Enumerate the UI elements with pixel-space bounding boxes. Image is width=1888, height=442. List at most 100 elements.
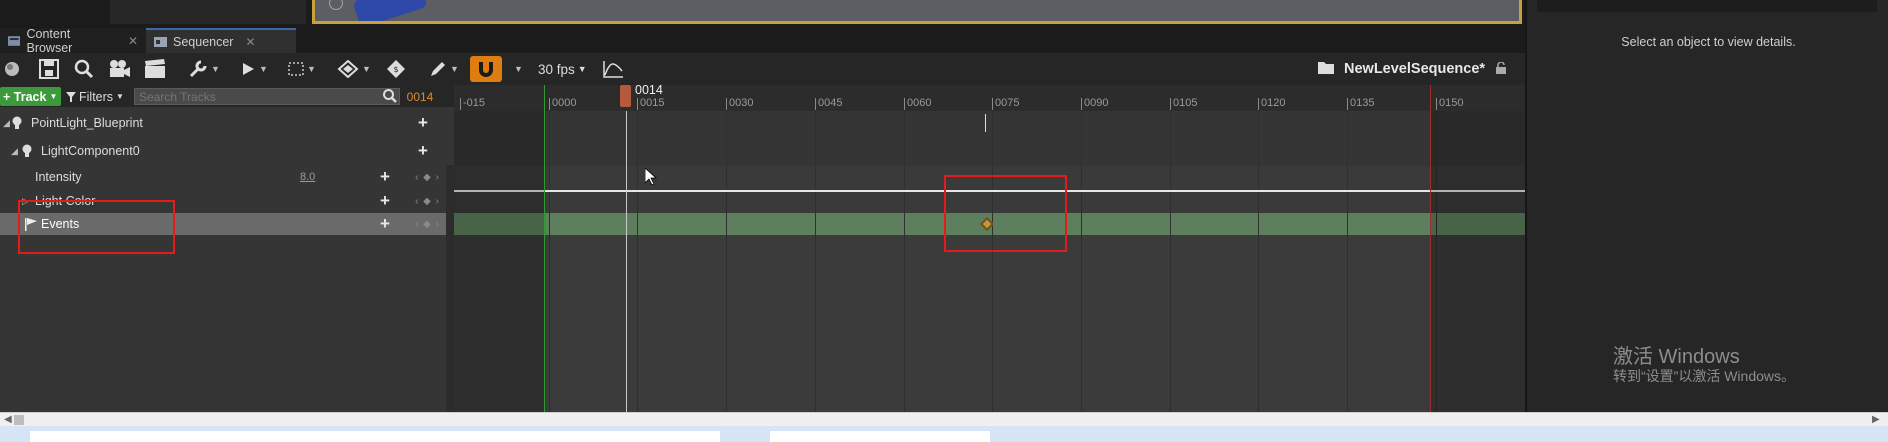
ruler-tick-label: 0075	[995, 97, 1020, 109]
sequencer-toolbar: ▼ ▼ ▼ ▼ $ ▼ ▼ 30 fps ▼ NewLevelSequence*	[0, 53, 1525, 85]
ruler-tick	[815, 98, 816, 110]
add-track-button[interactable]: + Track ▼	[0, 87, 61, 106]
edit-pencil-icon[interactable]: ▼	[426, 56, 462, 82]
key-navigation-icon[interactable]: ‹ ◆ ›	[415, 219, 440, 230]
highlight-box-events	[18, 200, 175, 254]
range-out-shade-left	[454, 111, 544, 412]
viewport-gizmo-icon	[329, 0, 343, 10]
ruler-tick	[1081, 98, 1082, 110]
chevron-down-icon: ▼	[116, 92, 124, 101]
snap-magnet-icon[interactable]	[470, 56, 502, 82]
clapboard-icon[interactable]	[142, 56, 168, 82]
save-icon[interactable]	[36, 56, 62, 82]
timeline-gridline	[904, 111, 905, 412]
highlight-box-keyframe	[944, 175, 1067, 252]
ruler-tick-label: 0015	[640, 97, 665, 109]
timeline-gridline	[815, 111, 816, 412]
playback-end-marker[interactable]	[1430, 85, 1431, 412]
ruler-tick	[637, 98, 638, 110]
taskbar-segment	[30, 431, 720, 442]
camera-icon[interactable]	[106, 56, 132, 82]
key-navigation-icon[interactable]: ‹ ◆ ›	[415, 172, 440, 183]
close-icon[interactable]: ✕	[245, 35, 255, 49]
lightbulb-icon	[22, 144, 32, 157]
chevron-down-icon: ▼	[259, 64, 268, 74]
track-row-lightcomponent[interactable]: ◢ LightComponent0 +	[0, 140, 446, 162]
viewport-mesh	[352, 0, 428, 21]
chevron-down-icon: ▼	[307, 64, 316, 74]
search-icon[interactable]	[382, 88, 398, 104]
auto-key-icon[interactable]: $	[384, 56, 408, 82]
playhead-line	[626, 111, 627, 412]
ruler-tick	[726, 98, 727, 110]
timeline-gridline	[1258, 111, 1259, 412]
expand-arrow-icon[interactable]: ◢	[11, 146, 18, 157]
sequencer-icon	[154, 36, 167, 47]
track-row-intensity[interactable]: Intensity 8.0 + ‹ ◆ ›	[0, 166, 446, 188]
fps-selector[interactable]: 30 fps ▼	[538, 56, 587, 82]
scroll-left-icon[interactable]: ◀	[4, 414, 12, 425]
scroll-right-icon[interactable]: ▶	[1872, 414, 1880, 425]
filters-button[interactable]: Filters ▼	[66, 87, 124, 106]
outliner-gutter	[446, 165, 454, 412]
ruler-tick-label: -015	[463, 97, 486, 109]
play-icon[interactable]: ▼	[236, 56, 272, 82]
add-icon[interactable]: +	[418, 141, 428, 161]
ruler-tick-label: 0090	[1084, 97, 1109, 109]
timeline-gridline	[549, 111, 550, 412]
selection-icon[interactable]: ▼	[284, 56, 320, 82]
lock-icon[interactable]	[1495, 60, 1507, 77]
activation-watermark-subtitle: 转到“设置”以激活 Windows。	[1613, 368, 1796, 384]
lightbulb-icon	[12, 116, 22, 129]
tab-sequencer[interactable]: Sequencer ✕	[146, 28, 296, 53]
track-label: PointLight_Blueprint	[31, 116, 143, 130]
timeline-gridline	[726, 111, 727, 412]
close-icon[interactable]: ✕	[128, 34, 138, 48]
intensity-value[interactable]: 8.0	[300, 171, 322, 183]
ruler-tick-label: 0060	[907, 97, 932, 109]
playback-start-marker[interactable]	[544, 85, 545, 412]
scroll-thumb[interactable]	[14, 415, 24, 425]
timeline-gridline	[1170, 111, 1171, 412]
sequence-name-area[interactable]: NewLevelSequence*	[1318, 56, 1507, 82]
ruler-tick	[904, 98, 905, 110]
search-tracks-input[interactable]	[134, 88, 400, 105]
range-out-shade-right	[1430, 111, 1525, 412]
mouse-cursor-icon	[645, 168, 657, 186]
filters-label: Filters	[79, 89, 114, 104]
current-frame-field[interactable]: 0014	[404, 88, 436, 105]
tab-content-browser[interactable]: Content Browser ✕	[0, 27, 146, 55]
settings-wrench-icon[interactable]: ▼	[186, 56, 222, 82]
content-browser-icon	[8, 35, 21, 46]
key-navigation-icon[interactable]: ‹ ◆ ›	[415, 196, 440, 207]
add-icon[interactable]: +	[418, 113, 428, 133]
timeline-gridline	[637, 111, 638, 412]
taskbar	[0, 426, 1888, 442]
add-key-icon[interactable]: +	[380, 167, 390, 187]
ruler-tick	[549, 98, 550, 110]
ruler-tick-label: 0120	[1261, 97, 1286, 109]
search-icon[interactable]	[72, 56, 96, 82]
add-key-icon[interactable]: +	[380, 191, 390, 211]
level-viewport[interactable]	[312, 0, 1522, 24]
snap-options-chevron-down-icon[interactable]: ▼	[508, 56, 526, 82]
marker-tick	[985, 114, 986, 132]
ruler-tick-label: 0150	[1439, 97, 1464, 109]
details-tabs	[1537, 0, 1877, 12]
tab-bar: Content Browser ✕ Sequencer ✕	[0, 27, 1525, 55]
ruler-tick	[1258, 98, 1259, 110]
ruler-tick	[1347, 98, 1348, 110]
filter-icon	[66, 91, 76, 102]
expand-arrow-icon[interactable]: ◢	[3, 118, 10, 129]
ruler-tick	[460, 98, 461, 110]
curve-editor-icon[interactable]	[600, 56, 626, 82]
add-key-icon[interactable]: +	[380, 214, 390, 234]
ruler-tick-label: 0105	[1173, 97, 1198, 109]
world-icon[interactable]	[0, 56, 24, 82]
ruler-tick	[1436, 98, 1437, 110]
track-row-pointlight[interactable]: ◢ PointLight_Blueprint +	[0, 112, 446, 134]
playhead-handle[interactable]	[620, 85, 631, 107]
key-diamond-icon[interactable]: ▼	[334, 56, 374, 82]
ruler-tick-label: 0135	[1350, 97, 1375, 109]
horizontal-scrollbar[interactable]: ◀ ▶	[0, 412, 1888, 426]
